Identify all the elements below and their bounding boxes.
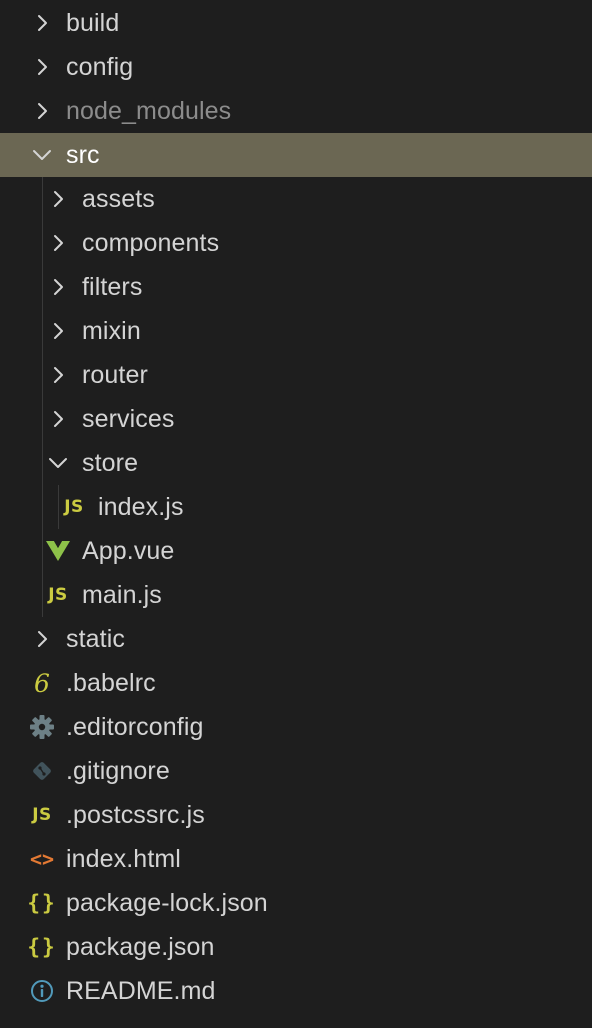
file-item-main-js[interactable]: JS main.js (0, 573, 592, 617)
javascript-icon: JS (28, 793, 56, 837)
file-name: .gitignore (66, 757, 170, 785)
indent-guide (42, 221, 43, 265)
folder-name: components (82, 229, 220, 257)
file-name: README.md (66, 977, 216, 1005)
folder-name: static (66, 625, 125, 653)
babel-icon-glyph: 6 (34, 668, 50, 698)
file-item-readme-md[interactable]: README.md (0, 969, 592, 1013)
folder-name: filters (82, 273, 143, 301)
html-icon: <> (28, 837, 56, 881)
folder-name: store (82, 449, 139, 477)
folder-item-config[interactable]: config (0, 45, 592, 89)
indent-guide (58, 485, 59, 529)
javascript-icon-glyph: JS (64, 497, 84, 517)
json-icon: {} (27, 925, 57, 969)
file-name: main.js (82, 581, 162, 609)
chevron-down-icon[interactable] (44, 441, 72, 485)
indent-guide (42, 441, 43, 485)
git-icon (28, 749, 56, 793)
javascript-icon-glyph: JS (32, 805, 52, 825)
chevron-right-icon[interactable] (28, 617, 56, 661)
file-name: .postcssrc.js (66, 801, 205, 829)
info-icon (28, 969, 56, 1013)
vue-icon (44, 529, 72, 573)
folder-name: assets (82, 185, 155, 213)
file-item-dot-editorconfig[interactable]: .editorconfig (0, 705, 592, 749)
chevron-right-icon[interactable] (28, 45, 56, 89)
folder-item-services[interactable]: services (0, 397, 592, 441)
indent-guide (42, 177, 43, 221)
chevron-right-icon[interactable] (28, 1, 56, 45)
javascript-icon: JS (60, 485, 88, 529)
indent-guide (42, 529, 43, 573)
folder-item-static[interactable]: static (0, 617, 592, 661)
chevron-right-icon[interactable] (44, 177, 72, 221)
json-icon-glyph: {} (27, 891, 57, 915)
folder-name: build (66, 9, 120, 37)
indent-guide (42, 309, 43, 353)
file-item-dot-gitignore[interactable]: .gitignore (0, 749, 592, 793)
file-item-dot-babelrc[interactable]: 6 .babelrc (0, 661, 592, 705)
folder-name: config (66, 53, 134, 81)
chevron-right-icon[interactable] (44, 221, 72, 265)
folder-item-src[interactable]: src (0, 133, 592, 177)
json-icon-glyph: {} (27, 935, 57, 959)
file-item-dot-postcssrc-js[interactable]: JS .postcssrc.js (0, 793, 592, 837)
folder-item-router[interactable]: router (0, 353, 592, 397)
indent-guide (42, 397, 43, 441)
folder-name: src (66, 141, 100, 169)
folder-item-filters[interactable]: filters (0, 265, 592, 309)
file-name: .babelrc (66, 669, 156, 697)
chevron-down-icon[interactable] (28, 133, 56, 177)
file-item-package-json[interactable]: {} package.json (0, 925, 592, 969)
babel-icon: 6 (28, 661, 56, 705)
indent-guide (42, 485, 43, 529)
javascript-icon-glyph: JS (48, 585, 68, 605)
file-item-package-lock-json[interactable]: {} package-lock.json (0, 881, 592, 925)
file-name: .editorconfig (66, 713, 204, 741)
folder-item-assets[interactable]: assets (0, 177, 592, 221)
html-icon-glyph: <> (29, 847, 55, 871)
folder-item-mixin[interactable]: mixin (0, 309, 592, 353)
chevron-right-icon[interactable] (44, 265, 72, 309)
file-name: package-lock.json (66, 889, 268, 917)
chevron-right-icon[interactable] (44, 397, 72, 441)
gear-icon (28, 705, 56, 749)
json-icon: {} (27, 881, 57, 925)
folder-item-components[interactable]: components (0, 221, 592, 265)
indent-guide (42, 353, 43, 397)
chevron-right-icon[interactable] (44, 353, 72, 397)
folder-name: router (82, 361, 148, 389)
file-item-index-html[interactable]: <> index.html (0, 837, 592, 881)
folder-item-store[interactable]: store (0, 441, 592, 485)
file-name: package.json (66, 933, 215, 961)
chevron-right-icon[interactable] (28, 89, 56, 133)
file-item-index-js[interactable]: JS index.js (0, 485, 592, 529)
file-name: App.vue (82, 537, 175, 565)
folder-item-node-modules[interactable]: node_modules (0, 89, 592, 133)
indent-guide (42, 265, 43, 309)
javascript-icon: JS (44, 573, 72, 617)
folder-name: node_modules (66, 97, 232, 125)
indent-guide (42, 573, 43, 617)
folder-name: mixin (82, 317, 141, 345)
file-name: index.js (98, 493, 184, 521)
file-item-app-vue[interactable]: App.vue (0, 529, 592, 573)
folder-item-build[interactable]: build (0, 1, 592, 45)
folder-name: services (82, 405, 175, 433)
chevron-right-icon[interactable] (44, 309, 72, 353)
file-name: index.html (66, 845, 181, 873)
